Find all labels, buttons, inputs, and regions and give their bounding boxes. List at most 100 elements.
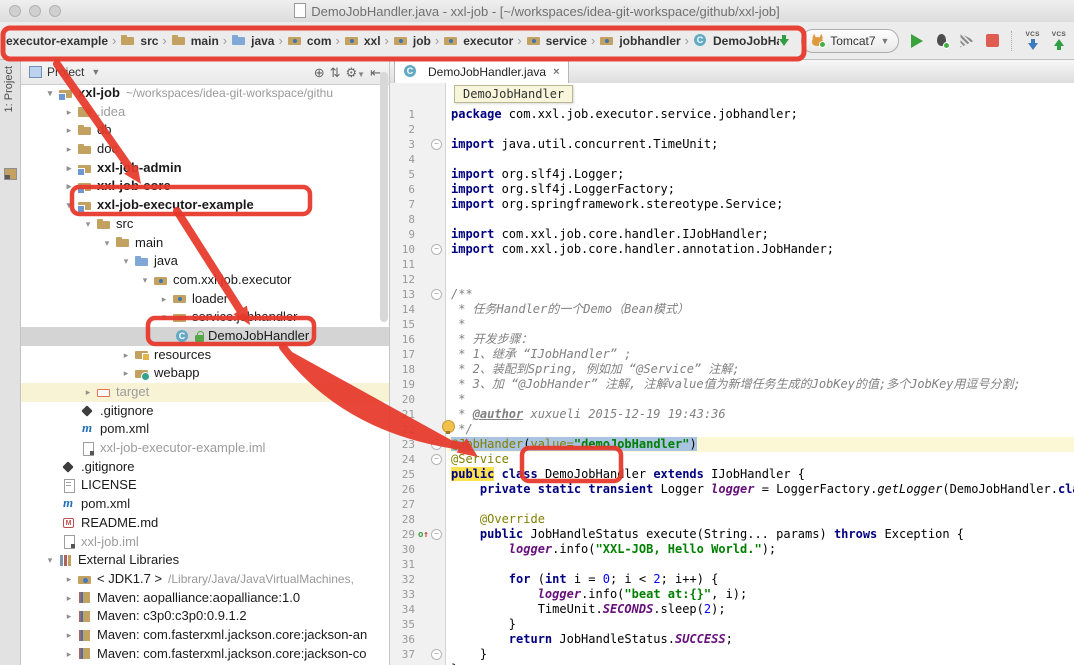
chevron-down-icon[interactable]: ▾ bbox=[137, 271, 153, 290]
code-line-15[interactable]: * bbox=[447, 317, 1074, 332]
code-line-7[interactable]: import org.springframework.stereotype.Se… bbox=[447, 197, 1074, 212]
tree-item-idea[interactable]: ▸.idea bbox=[21, 103, 389, 122]
tree-item-maven-aopalliance-aopalliance-1-0[interactable]: ▸Maven: aopalliance:aopalliance:1.0 bbox=[21, 589, 389, 608]
breadcrumb-item-executor[interactable]: executor bbox=[443, 33, 513, 48]
close-tab-icon[interactable]: × bbox=[553, 66, 559, 78]
breadcrumb-item-xxl[interactable]: xxl bbox=[344, 33, 381, 48]
tree-item-license[interactable]: LICENSE bbox=[21, 476, 389, 495]
tree-item-main[interactable]: ▾main bbox=[21, 234, 389, 253]
stop-button[interactable] bbox=[986, 34, 999, 47]
fold-marker[interactable]: − bbox=[431, 454, 442, 465]
tree-item-xxl-job-admin[interactable]: ▸xxl-job-admin bbox=[21, 159, 389, 178]
tree-item-maven-c3p0-c3p0-0-9-1-2[interactable]: ▸Maven: c3p0:c3p0:0.9.1.2 bbox=[21, 607, 389, 626]
fold-marker[interactable]: − bbox=[431, 529, 442, 540]
tree-item-xxl-job-iml[interactable]: xxl-job.iml bbox=[21, 533, 389, 552]
fold-marker[interactable]: − bbox=[431, 439, 442, 450]
fold-marker[interactable]: − bbox=[431, 139, 442, 150]
chevron-down-icon[interactable]: ▼ bbox=[91, 67, 100, 77]
intention-lightbulb-icon[interactable] bbox=[442, 420, 455, 433]
code-line-20[interactable]: * bbox=[447, 392, 1074, 407]
code-line-14[interactable]: * 任务Handler的一个Demo（Bean模式） bbox=[447, 302, 1074, 317]
tree-item-gitignore[interactable]: .gitignore bbox=[21, 402, 389, 421]
chevron-right-icon[interactable]: ▸ bbox=[61, 103, 77, 122]
code-line-16[interactable]: * 开发步骤： bbox=[447, 332, 1074, 347]
chevron-right-icon[interactable]: ▸ bbox=[61, 140, 77, 159]
code-line-32[interactable]: for (int i = 0; i < 2; i++) { bbox=[447, 572, 1074, 587]
editor-tab[interactable]: DemoJobHandler.java × bbox=[394, 60, 569, 83]
breadcrumb-item-com[interactable]: com bbox=[287, 33, 332, 48]
code-line-3[interactable]: import java.util.concurrent.TimeUnit; bbox=[447, 137, 1074, 152]
project-tool-window-button[interactable]: 1: Project bbox=[3, 66, 15, 112]
chevron-right-icon[interactable]: ▸ bbox=[61, 626, 77, 645]
chevron-right-icon[interactable]: ▸ bbox=[61, 121, 77, 140]
chevron-down-icon[interactable]: ▾ bbox=[118, 252, 134, 271]
tree-item-loader[interactable]: ▸loader bbox=[21, 290, 389, 309]
tree-item-service-jobhandler[interactable]: ▾service.jobhandler bbox=[21, 308, 389, 327]
code-line-18[interactable]: * 2、装配到Spring, 例如加 “@Service” 注解; bbox=[447, 362, 1074, 377]
code-line-10[interactable]: import com.xxl.job.core.handler.annotati… bbox=[447, 242, 1074, 257]
code-line-36[interactable]: return JobHandleStatus.SUCCESS; bbox=[447, 632, 1074, 647]
chevron-down-icon[interactable]: ▾ bbox=[156, 308, 172, 327]
tree-item-src[interactable]: ▾src bbox=[21, 215, 389, 234]
breadcrumb-item-job[interactable]: job bbox=[393, 33, 431, 48]
chevron-down-icon[interactable]: ▾ bbox=[42, 551, 58, 570]
code-line-31[interactable] bbox=[447, 557, 1074, 572]
chevron-right-icon[interactable]: ▸ bbox=[61, 159, 77, 178]
breadcrumb-item-main[interactable]: main bbox=[171, 33, 219, 48]
code-line-34[interactable]: TimeUnit.SECONDS.sleep(2); bbox=[447, 602, 1074, 617]
code-line-17[interactable]: * 1、继承 “IJobHandler” ; bbox=[447, 347, 1074, 362]
breadcrumb-item-src[interactable]: src bbox=[120, 33, 158, 48]
breadcrumb-item-jobhandler[interactable]: jobhandler bbox=[599, 33, 680, 48]
collapse-all-icon[interactable]: ⇅ bbox=[330, 66, 341, 79]
tree-item-external-libraries[interactable]: ▾External Libraries bbox=[21, 551, 389, 570]
code-line-5[interactable]: import org.slf4j.Logger; bbox=[447, 167, 1074, 182]
project-window-icon[interactable] bbox=[4, 168, 17, 180]
code-line-6[interactable]: import org.slf4j.LoggerFactory; bbox=[447, 182, 1074, 197]
tree-item-xxl-job[interactable]: ▾xxl-job ~/workspaces/idea-git-workspace… bbox=[21, 84, 389, 103]
tree-item-jdk1-7[interactable]: ▸< JDK1.7 > /Library/Java/JavaVirtualMac… bbox=[21, 570, 389, 589]
fold-marker[interactable]: − bbox=[431, 289, 442, 300]
code-line-1[interactable]: package com.xxl.job.executor.service.job… bbox=[447, 107, 1074, 122]
code-line-29[interactable]: public JobHandleStatus execute(String...… bbox=[447, 527, 1074, 542]
tree-item-target[interactable]: ▸target bbox=[21, 383, 389, 402]
tree-item-demojobhandler[interactable]: DemoJobHandler bbox=[21, 327, 389, 346]
chevron-right-icon[interactable]: ▸ bbox=[61, 589, 77, 608]
chevron-right-icon[interactable]: ▸ bbox=[118, 364, 134, 383]
run-button[interactable] bbox=[911, 34, 923, 48]
chevron-right-icon[interactable]: ▸ bbox=[118, 346, 134, 365]
code-line-22[interactable]: */ bbox=[447, 422, 1074, 437]
tree-item-readme-md[interactable]: README.md bbox=[21, 514, 389, 533]
code-line-4[interactable] bbox=[447, 152, 1074, 167]
chevron-right-icon[interactable]: ▸ bbox=[61, 607, 77, 626]
vcs-commit-button[interactable]: VCS bbox=[1052, 31, 1066, 50]
breadcrumb-item-demojobhandler[interactable]: DemoJobHandler bbox=[693, 33, 779, 48]
code-line-11[interactable] bbox=[447, 257, 1074, 272]
code-line-27[interactable] bbox=[447, 497, 1074, 512]
tree-item-gitignore[interactable]: .gitignore bbox=[21, 458, 389, 477]
run-with-coverage-button[interactable] bbox=[960, 34, 974, 48]
locate-file-icon[interactable]: ⊕ bbox=[314, 66, 325, 79]
tree-item-xxl-job-core[interactable]: ▸xxl-job-core bbox=[21, 177, 389, 196]
run-configuration-select[interactable]: Tomcat7 ▼ bbox=[801, 29, 899, 53]
code-line-35[interactable]: } bbox=[447, 617, 1074, 632]
chevron-down-icon[interactable]: ▾ bbox=[80, 215, 96, 234]
chevron-right-icon[interactable]: ▸ bbox=[156, 290, 172, 309]
chevron-right-icon[interactable]: ▸ bbox=[80, 383, 96, 402]
navigate-down-icon[interactable] bbox=[779, 35, 789, 46]
tree-item-com-xxl-job-executor[interactable]: ▾com.xxl.job.executor bbox=[21, 271, 389, 290]
code-line-25[interactable]: public class DemoJobHandler extends IJob… bbox=[447, 467, 1074, 482]
debug-button[interactable] bbox=[935, 34, 948, 47]
code-editor[interactable]: 123−45678910−111213−14151617181920212223… bbox=[390, 83, 1074, 665]
chevron-down-icon[interactable]: ▾ bbox=[42, 84, 58, 103]
code-line-26[interactable]: private static transient Logger logger =… bbox=[447, 482, 1074, 497]
tree-item-maven-com-fasterxml-jackson-core-jackson-co[interactable]: ▸Maven: com.fasterxml.jackson.core:jacks… bbox=[21, 645, 389, 664]
code-line-8[interactable] bbox=[447, 212, 1074, 227]
tree-item-pom-xml[interactable]: pom.xml bbox=[21, 495, 389, 514]
code-line-23[interactable]: @JobHander(value="demoJobHandler") bbox=[447, 437, 1074, 452]
tree-item-resources[interactable]: ▸resources bbox=[21, 346, 389, 365]
chevron-right-icon[interactable]: ▸ bbox=[61, 570, 77, 589]
code-line-12[interactable] bbox=[447, 272, 1074, 287]
chevron-down-icon[interactable]: ▾ bbox=[61, 196, 77, 215]
tree-item-webapp[interactable]: ▸webapp bbox=[21, 364, 389, 383]
chevron-right-icon[interactable]: ▸ bbox=[61, 645, 77, 664]
